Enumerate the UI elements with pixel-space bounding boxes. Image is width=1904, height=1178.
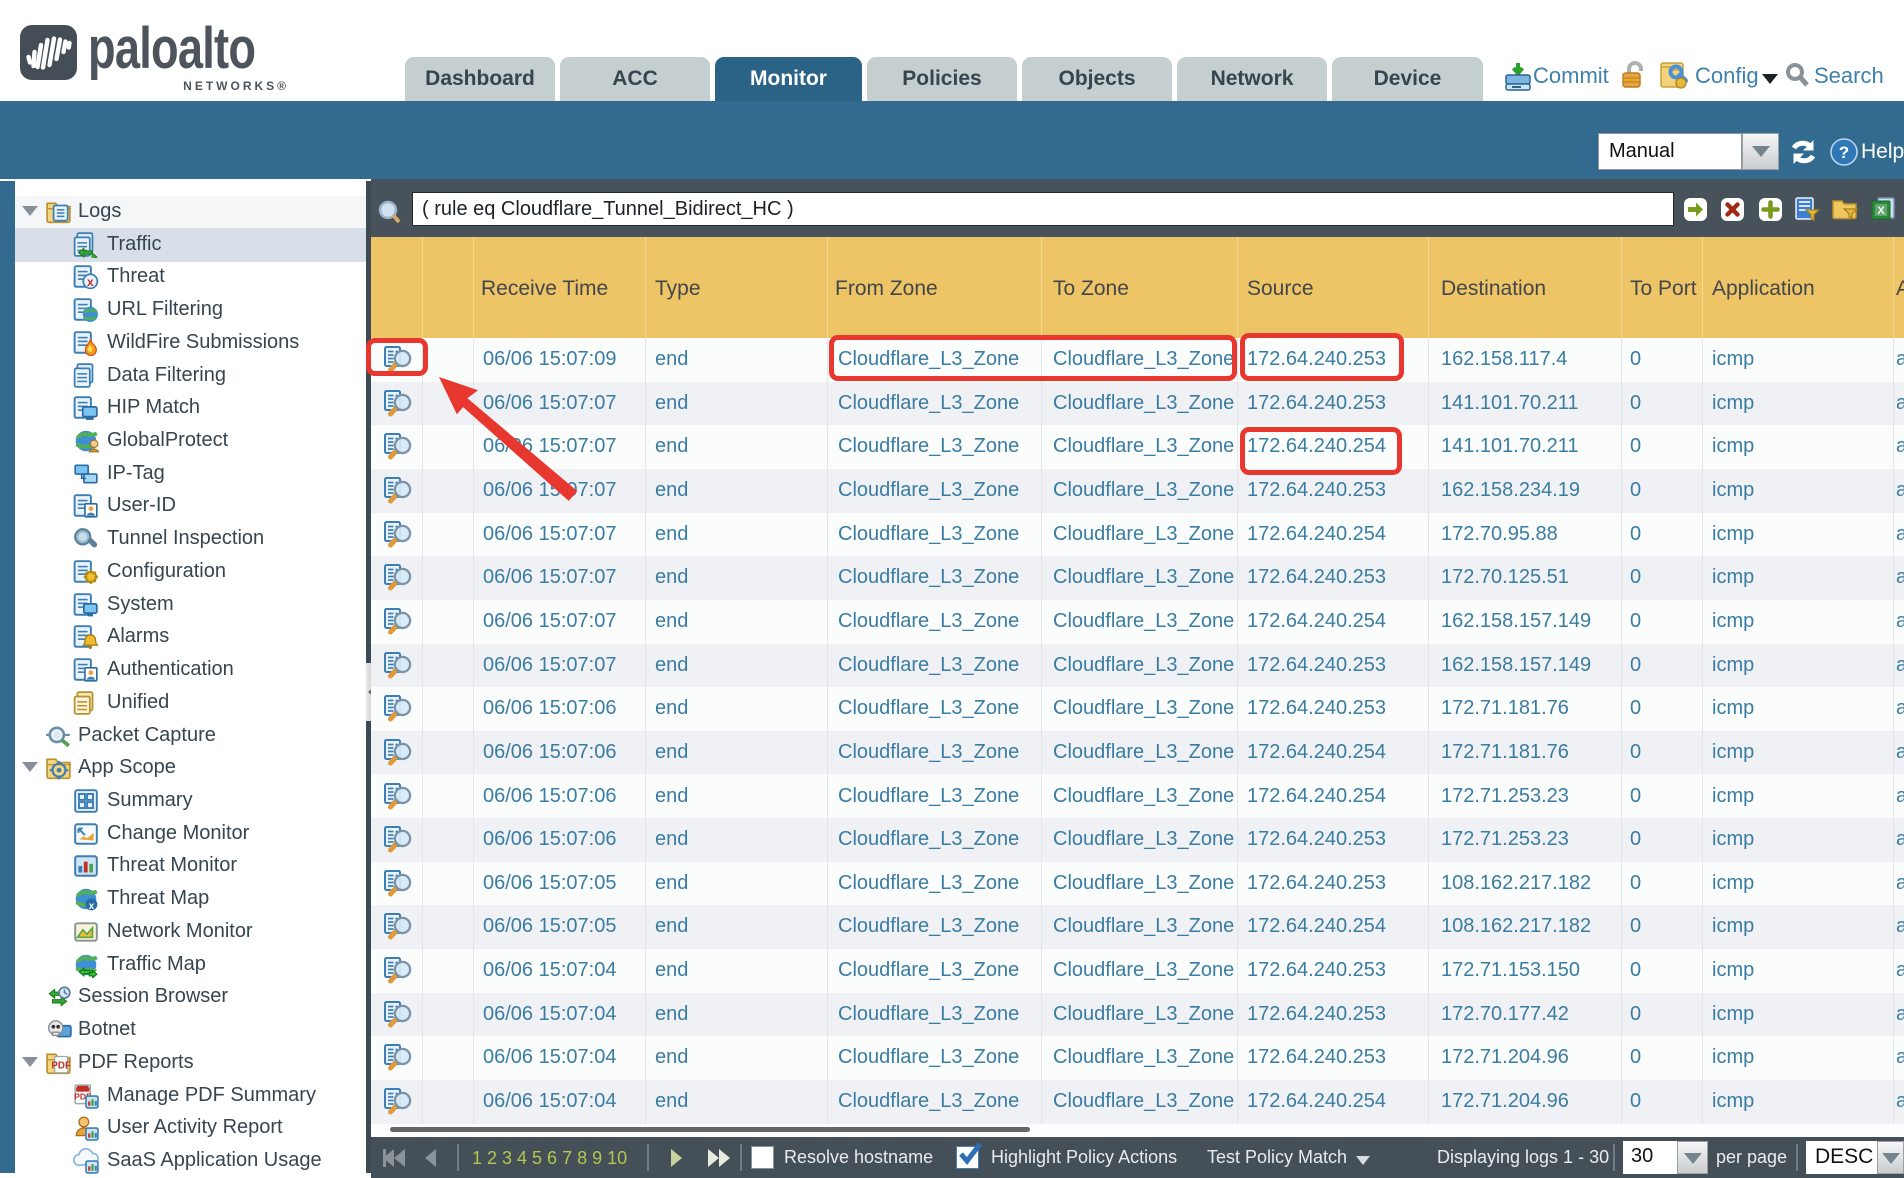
svg-text:x: x [89, 901, 95, 912]
svg-text:?: ? [1839, 143, 1849, 162]
svg-text:PDF: PDF [51, 1060, 71, 1071]
svg-text:x: x [87, 275, 94, 289]
svg-text:X: X [1877, 205, 1885, 217]
